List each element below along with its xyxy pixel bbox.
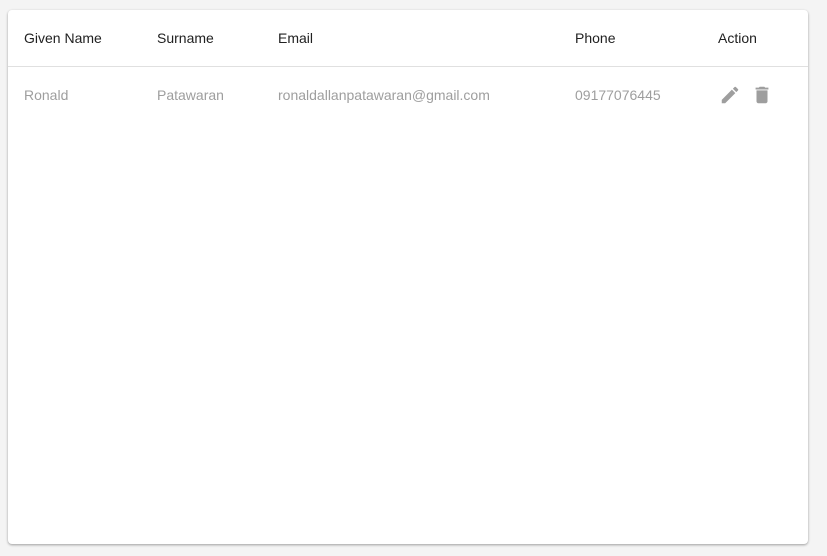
table-row: Ronald Patawaran ronaldallanpatawaran@gm… — [8, 67, 808, 123]
delete-icon — [755, 86, 769, 104]
cell-given-name: Ronald — [24, 87, 69, 103]
edit-icon — [721, 86, 739, 104]
header-action: Action — [718, 30, 757, 46]
contacts-table-card: Given Name Surname Email Phone Action Ro… — [8, 10, 808, 544]
table-header-row: Given Name Surname Email Phone Action — [8, 10, 808, 67]
cell-email: ronaldallanpatawaran@gmail.com — [278, 87, 490, 103]
delete-button[interactable] — [750, 83, 774, 107]
edit-button[interactable] — [718, 83, 742, 107]
header-given-name[interactable]: Given Name — [24, 30, 102, 46]
header-email[interactable]: Email — [278, 30, 313, 46]
header-surname[interactable]: Surname — [157, 30, 214, 46]
cell-surname: Patawaran — [157, 87, 224, 103]
header-phone[interactable]: Phone — [575, 30, 615, 46]
cell-phone: 09177076445 — [575, 87, 661, 103]
